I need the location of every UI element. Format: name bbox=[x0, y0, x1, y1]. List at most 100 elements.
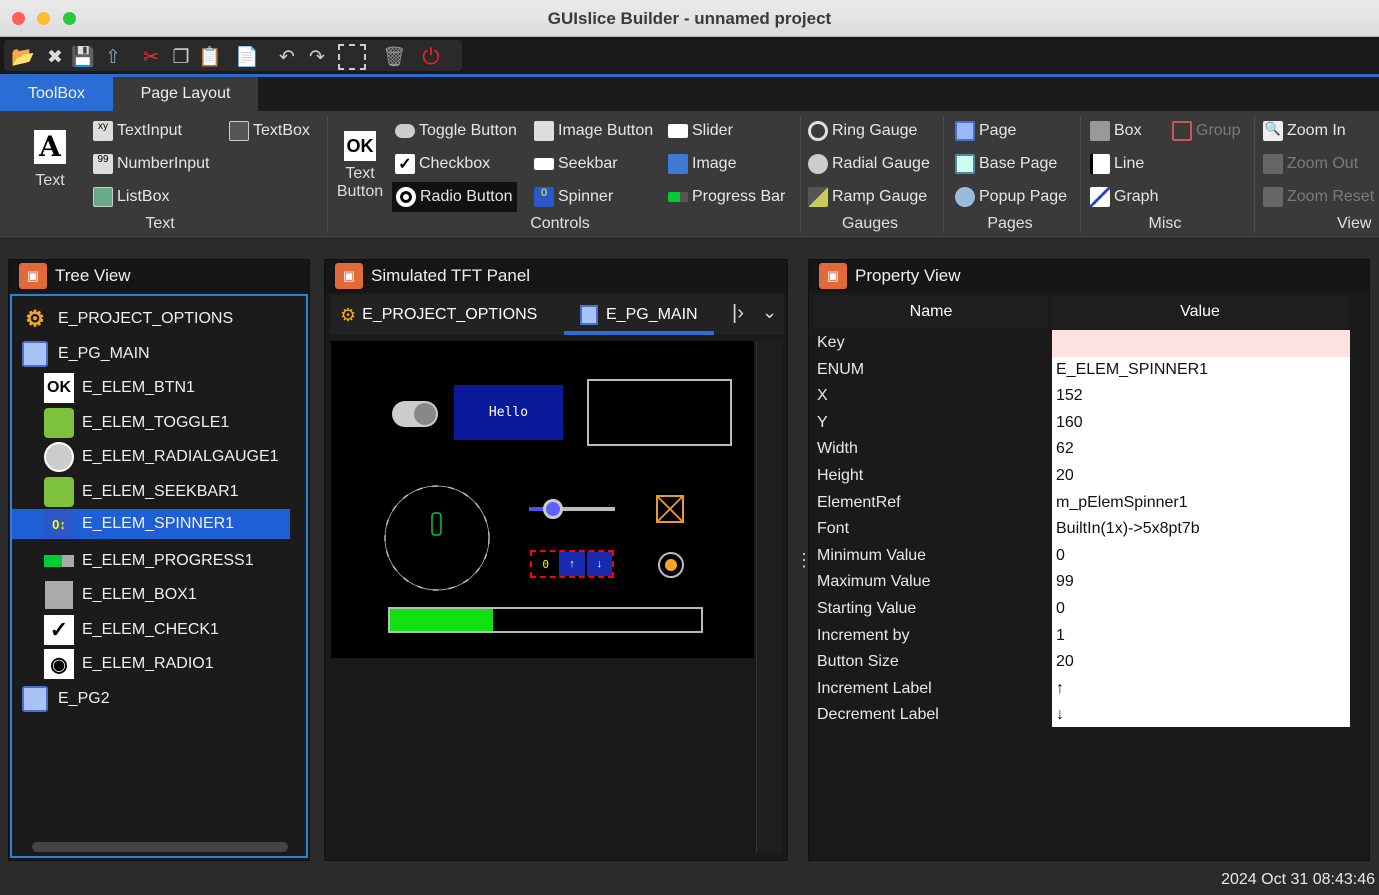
box-tool[interactable]: Box bbox=[1090, 118, 1142, 144]
column-header-value[interactable]: Value bbox=[1051, 295, 1349, 329]
column-header-name[interactable]: Name bbox=[813, 295, 1049, 329]
page-icon bbox=[955, 121, 975, 141]
base-page-tool[interactable]: Base Page bbox=[955, 151, 1057, 177]
tree-node[interactable]: E_ELEM_SEEKBAR1 bbox=[44, 477, 239, 507]
key-value-cell[interactable] bbox=[1052, 330, 1350, 357]
property-value[interactable]: 0 bbox=[1056, 596, 1065, 622]
cut-icon[interactable]: ✂ bbox=[138, 44, 164, 70]
tree-node-label: E_PG2 bbox=[58, 690, 110, 707]
property-value[interactable]: E_ELEM_SPINNER1 bbox=[1056, 357, 1208, 383]
popup-page-tool[interactable]: Popup Page bbox=[955, 184, 1067, 210]
zoom-reset-tool[interactable]: Zoom Reset bbox=[1263, 184, 1374, 210]
line-tool[interactable]: Line bbox=[1090, 151, 1144, 177]
copy-icon[interactable]: ❐ bbox=[168, 44, 194, 70]
numberinput-icon: 99 bbox=[93, 154, 113, 174]
tree-node[interactable]: ✓ E_ELEM_CHECK1 bbox=[44, 615, 219, 645]
progress-bar-element[interactable] bbox=[388, 607, 703, 633]
seekbar-element[interactable] bbox=[529, 499, 615, 519]
tree-node[interactable]: E_ELEM_PROGRESS1 bbox=[44, 546, 254, 576]
text-button-tool[interactable]: OK Text Button bbox=[336, 131, 384, 201]
property-value[interactable]: ↓ bbox=[1056, 702, 1064, 728]
seekbar-tool[interactable]: Seekbar bbox=[534, 151, 618, 177]
property-value[interactable]: 99 bbox=[1056, 569, 1074, 595]
code-icon[interactable]: 📄 bbox=[234, 44, 260, 70]
zoom-out-tool[interactable]: Zoom Out bbox=[1263, 151, 1358, 177]
tab-pg-main[interactable]: E_PG_MAIN bbox=[580, 302, 698, 328]
ramp-gauge-tool[interactable]: Ramp Gauge bbox=[808, 184, 927, 210]
tree-horizontal-scrollbar[interactable] bbox=[32, 842, 288, 852]
close-project-icon[interactable]: ✖ bbox=[42, 44, 68, 70]
radio-element[interactable] bbox=[658, 552, 684, 578]
tab-page-layout[interactable]: Page Layout bbox=[113, 77, 258, 111]
listbox-label: ListBox bbox=[117, 188, 170, 205]
checkbox-tool[interactable]: ✓ Checkbox bbox=[395, 151, 490, 177]
text-tool-button[interactable]: A Text bbox=[22, 127, 78, 199]
zoom-in-tool[interactable]: 🔍 Zoom In bbox=[1263, 118, 1346, 144]
image-tool[interactable]: Image bbox=[668, 151, 736, 177]
tree-node[interactable]: OK E_ELEM_BTN1 bbox=[44, 373, 195, 403]
tree-node[interactable]: ⚙ E_PROJECT_OPTIONS bbox=[20, 304, 233, 334]
tree-node[interactable]: E_PG_MAIN bbox=[20, 339, 150, 369]
progress-bar-label: Progress Bar bbox=[692, 188, 786, 205]
tabs-dropdown-icon[interactable]: ⌄ bbox=[762, 302, 777, 323]
open-project-icon[interactable]: 📂 bbox=[10, 44, 36, 70]
tree-node[interactable]: ◉ E_ELEM_RADIO1 bbox=[44, 649, 214, 679]
property-value[interactable]: 20 bbox=[1056, 463, 1074, 489]
image-button-label: Image Button bbox=[558, 122, 654, 139]
radio-button-tool[interactable]: Radio Button bbox=[392, 182, 517, 212]
group-tool[interactable]: Group bbox=[1172, 118, 1240, 144]
property-value[interactable]: 1 bbox=[1056, 623, 1065, 649]
box-element[interactable] bbox=[587, 379, 732, 446]
toggle-button-tool[interactable]: Toggle Button bbox=[395, 118, 517, 144]
textinput-tool[interactable]: xy TextInput bbox=[93, 118, 182, 144]
hello-button-element[interactable]: Hello bbox=[454, 385, 563, 440]
tft-canvas[interactable]: Hello 0 ↑ ↓ bbox=[331, 341, 754, 658]
tree-node[interactable]: E_ELEM_RADIALGAUGE1 bbox=[44, 442, 279, 472]
numberinput-tool[interactable]: 99 NumberInput bbox=[93, 151, 210, 177]
property-value[interactable]: 20 bbox=[1056, 649, 1074, 675]
tree-view[interactable]: ⚙ E_PROJECT_OPTIONS E_PG_MAIN OK E_ELEM_BT… bbox=[10, 294, 308, 858]
textbox-tool[interactable]: TextBox bbox=[229, 118, 310, 144]
save-icon[interactable]: 💾 bbox=[70, 44, 96, 70]
property-value[interactable]: m_pElemSpinner1 bbox=[1056, 490, 1188, 516]
radial-gauge-element[interactable] bbox=[382, 483, 492, 593]
textinput-label: TextInput bbox=[117, 122, 182, 139]
exit-icon[interactable]: ⏻ bbox=[418, 44, 444, 70]
property-value[interactable]: 62 bbox=[1056, 436, 1074, 462]
select-icon[interactable] bbox=[338, 44, 366, 70]
tree-node[interactable]: E_PG2 bbox=[20, 684, 110, 714]
image-button-tool[interactable]: Image Button bbox=[534, 118, 653, 144]
property-value[interactable]: 0 bbox=[1056, 543, 1065, 569]
delete-icon[interactable]: 🗑 bbox=[381, 44, 407, 70]
radial-gauge-tool[interactable]: Radial Gauge bbox=[808, 151, 930, 177]
ring-gauge-tool[interactable]: Ring Gauge bbox=[808, 118, 917, 144]
property-value[interactable]: BuiltIn(1x)->5x8pt7b bbox=[1056, 516, 1200, 542]
toggle-label: Toggle Button bbox=[419, 122, 517, 139]
tree-node[interactable]: E_ELEM_BOX1 bbox=[44, 580, 197, 610]
property-name: ElementRef bbox=[817, 493, 901, 511]
tft-vertical-scrollbar[interactable] bbox=[756, 341, 782, 853]
listbox-tool[interactable]: ListBox bbox=[93, 184, 169, 210]
spinner-element[interactable]: 0 ↑ ↓ bbox=[530, 550, 614, 578]
progress-bar-tool[interactable]: Progress Bar bbox=[668, 184, 785, 210]
tabs-scroll-icon[interactable]: |› bbox=[732, 302, 744, 325]
property-value[interactable]: 152 bbox=[1056, 383, 1083, 409]
toggle-element[interactable] bbox=[392, 401, 438, 427]
tab-toolbox[interactable]: ToolBox bbox=[0, 77, 113, 111]
property-value[interactable]: ↑ bbox=[1056, 676, 1064, 702]
image-placeholder-element[interactable] bbox=[656, 495, 684, 523]
spinner-increment-icon[interactable]: ↑ bbox=[559, 552, 585, 576]
property-value[interactable]: 160 bbox=[1056, 410, 1083, 436]
spinner-tool[interactable]: 0 Spinner bbox=[534, 184, 613, 210]
page-tool[interactable]: Page bbox=[955, 118, 1016, 144]
slider-tool[interactable]: Slider bbox=[668, 118, 733, 144]
tree-node[interactable]: E_ELEM_TOGGLE1 bbox=[44, 408, 229, 438]
export-icon[interactable]: ⇧ bbox=[100, 44, 126, 70]
spinner-decrement-icon[interactable]: ↓ bbox=[586, 552, 612, 576]
paste-icon[interactable]: 📋 bbox=[197, 44, 223, 70]
redo-icon[interactable]: ↷ bbox=[304, 44, 330, 70]
undo-icon[interactable]: ↶ bbox=[274, 44, 300, 70]
tab-project-options[interactable]: ⚙ E_PROJECT_OPTIONS bbox=[340, 302, 537, 328]
tree-node-selected[interactable]: 0↕ E_ELEM_SPINNER1 bbox=[12, 509, 290, 539]
graph-tool[interactable]: Graph bbox=[1090, 184, 1158, 210]
